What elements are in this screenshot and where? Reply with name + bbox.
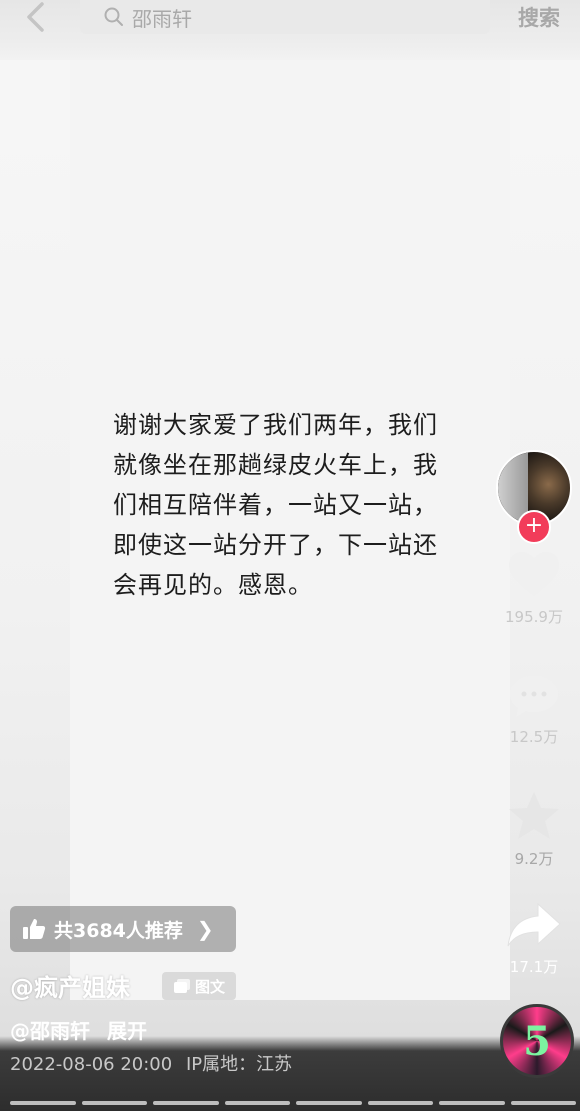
progress-segment bbox=[153, 1101, 219, 1105]
post-meta: 2022-08-06 20:00 IP属地：江苏 bbox=[10, 1050, 292, 1076]
post-text: 谢谢大家爱了我们两年，我们 就像坐在那趟绿皮火车上，我 们相互陪伴着，一站又一站… bbox=[113, 405, 483, 605]
search-query: 邵雨轩 bbox=[132, 6, 192, 31]
favorite-count: 9.2万 bbox=[514, 850, 554, 868]
post-line: 会再见的。感恩。 bbox=[113, 571, 313, 599]
recommend-pill[interactable]: 共3684人推荐 ❯ bbox=[10, 906, 236, 952]
plus-icon: + bbox=[524, 513, 544, 538]
image-text-icon bbox=[173, 979, 190, 993]
progress-segment bbox=[224, 1101, 290, 1105]
recommend-label: 共3684人推荐 bbox=[54, 919, 183, 942]
heart-icon bbox=[509, 552, 559, 596]
comment-button[interactable]: 12.5万 bbox=[488, 672, 580, 747]
post-line: 即使这一站分开了，下一站还 bbox=[113, 531, 438, 559]
progress-segment bbox=[510, 1101, 576, 1105]
progress-segment bbox=[296, 1101, 362, 1105]
star-icon bbox=[509, 792, 559, 839]
image-progress bbox=[10, 1101, 576, 1105]
music-disc-label: 5 bbox=[523, 1017, 551, 1065]
back-arrow-icon bbox=[27, 2, 44, 32]
like-count: 195.9万 bbox=[505, 608, 563, 626]
post-line: 谢谢大家爱了我们两年，我们 bbox=[113, 411, 438, 439]
image-text-tag: 图文 bbox=[162, 972, 236, 1000]
comment-count: 12.5万 bbox=[509, 728, 559, 746]
share-count: 17.1万 bbox=[509, 958, 559, 976]
author-handle[interactable]: @疯产姐妹 bbox=[10, 968, 130, 1003]
top-bar: 邵雨轩 搜索 bbox=[0, 0, 580, 60]
progress-segment bbox=[439, 1101, 505, 1105]
progress-segment bbox=[81, 1101, 147, 1105]
post-line: 就像坐在那趟绿皮火车上，我 bbox=[113, 451, 438, 479]
back-button[interactable] bbox=[12, 0, 58, 34]
ip-location: IP属地：江苏 bbox=[185, 1054, 293, 1075]
search-input[interactable]: 邵雨轩 bbox=[80, 0, 490, 34]
progress-segment bbox=[367, 1101, 433, 1105]
like-button[interactable]: 195.9万 bbox=[488, 550, 580, 627]
chevron-right-icon: ❯ bbox=[196, 917, 214, 941]
progress-segment bbox=[10, 1101, 76, 1105]
timestamp: 2022-08-06 20:00 bbox=[10, 1054, 173, 1075]
search-icon bbox=[104, 7, 123, 26]
image-text-label: 图文 bbox=[194, 977, 225, 996]
expand-link[interactable]: 展开 bbox=[107, 1019, 147, 1043]
author-avatar-group[interactable]: + bbox=[496, 450, 572, 544]
share-icon bbox=[507, 902, 561, 947]
follow-button[interactable]: + bbox=[517, 510, 551, 544]
mention-line: @邵雨轩 展开 bbox=[10, 1015, 147, 1044]
favorite-button[interactable]: 9.2万 bbox=[488, 790, 580, 869]
music-disc[interactable]: 5 bbox=[500, 1004, 574, 1078]
thumbs-up-icon bbox=[23, 919, 46, 939]
share-button[interactable]: 17.1万 bbox=[488, 900, 580, 977]
comment-icon bbox=[510, 676, 558, 717]
mention-handle[interactable]: @邵雨轩 bbox=[10, 1019, 90, 1043]
search-button[interactable]: 搜索 bbox=[518, 2, 560, 32]
post-line: 们相互陪伴着，一站又一站， bbox=[113, 491, 438, 519]
